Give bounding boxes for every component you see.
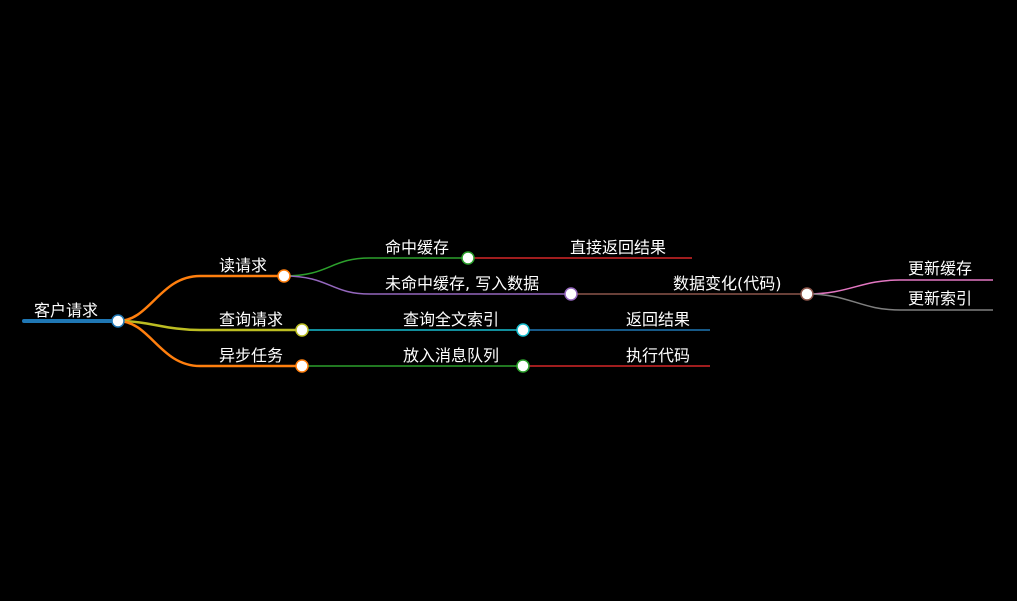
node-async-task[interactable]: 异步任务 [219, 346, 283, 365]
root-label[interactable]: 客户请求 [34, 301, 98, 320]
root-toggle-icon[interactable] [111, 314, 125, 328]
node-execute-code[interactable]: 执行代码 [626, 346, 690, 365]
query-toggle-icon[interactable] [295, 323, 309, 337]
async-toggle-icon[interactable] [295, 359, 309, 373]
node-direct-return[interactable]: 直接返回结果 [570, 238, 666, 257]
read-toggle-icon[interactable] [277, 269, 291, 283]
node-read-request[interactable]: 读请求 [219, 256, 267, 275]
node-return-result[interactable]: 返回结果 [626, 310, 690, 329]
mindmap-diagram: 客户请求 读请求 命中缓存 直接返回结果 未命中缓存, 写入数据 数据变化(代码… [22, 238, 993, 373]
change-toggle-icon[interactable] [800, 287, 814, 301]
node-update-index[interactable]: 更新索引 [908, 289, 972, 308]
miss-toggle-icon[interactable] [564, 287, 578, 301]
node-query-request[interactable]: 查询请求 [219, 310, 283, 329]
node-data-change[interactable]: 数据变化(代码) [673, 274, 782, 293]
node-cache-hit[interactable]: 命中缓存 [385, 238, 449, 257]
hit-toggle-icon[interactable] [461, 251, 475, 265]
node-cache-miss[interactable]: 未命中缓存, 写入数据 [385, 274, 539, 293]
fulltext-toggle-icon[interactable] [516, 323, 530, 337]
node-fulltext-index[interactable]: 查询全文索引 [403, 310, 499, 329]
node-update-cache[interactable]: 更新缓存 [908, 259, 972, 278]
node-message-queue[interactable]: 放入消息队列 [403, 346, 499, 365]
queue-toggle-icon[interactable] [516, 359, 530, 373]
